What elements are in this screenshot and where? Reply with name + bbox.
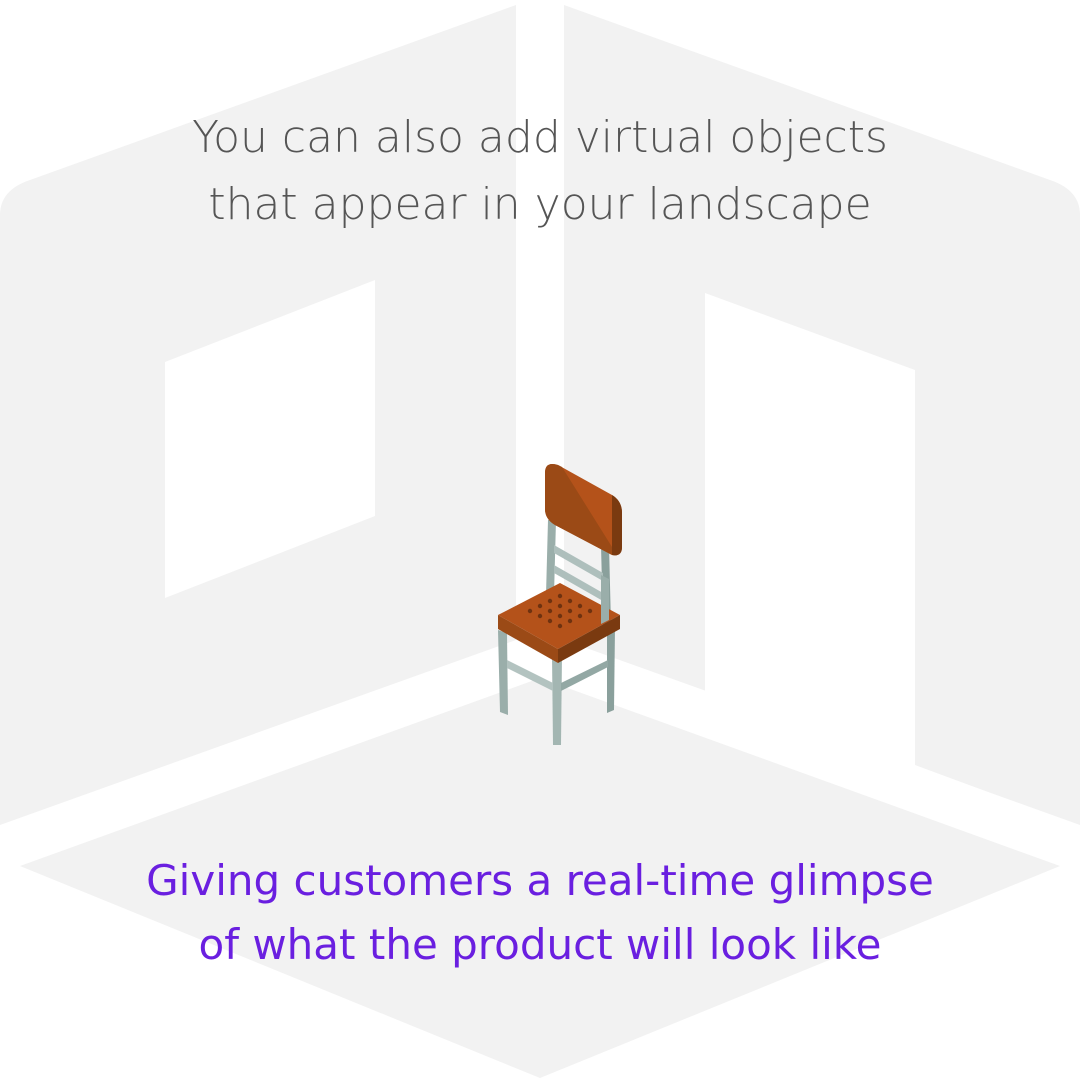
tagline: Giving customers a real-time glimpse of … bbox=[0, 849, 1080, 977]
headline-line-1: You can also add virtual objects bbox=[192, 112, 888, 163]
headline-line-2: that appear in your landscape bbox=[208, 179, 872, 230]
tagline-line-1: Giving customers a real-time glimpse bbox=[146, 856, 934, 905]
slide: You can also add virtual objects that ap… bbox=[0, 0, 1080, 1080]
headline: You can also add virtual objects that ap… bbox=[0, 104, 1080, 238]
chair-icon bbox=[498, 464, 622, 745]
tagline-line-2: of what the product will look like bbox=[198, 920, 882, 969]
